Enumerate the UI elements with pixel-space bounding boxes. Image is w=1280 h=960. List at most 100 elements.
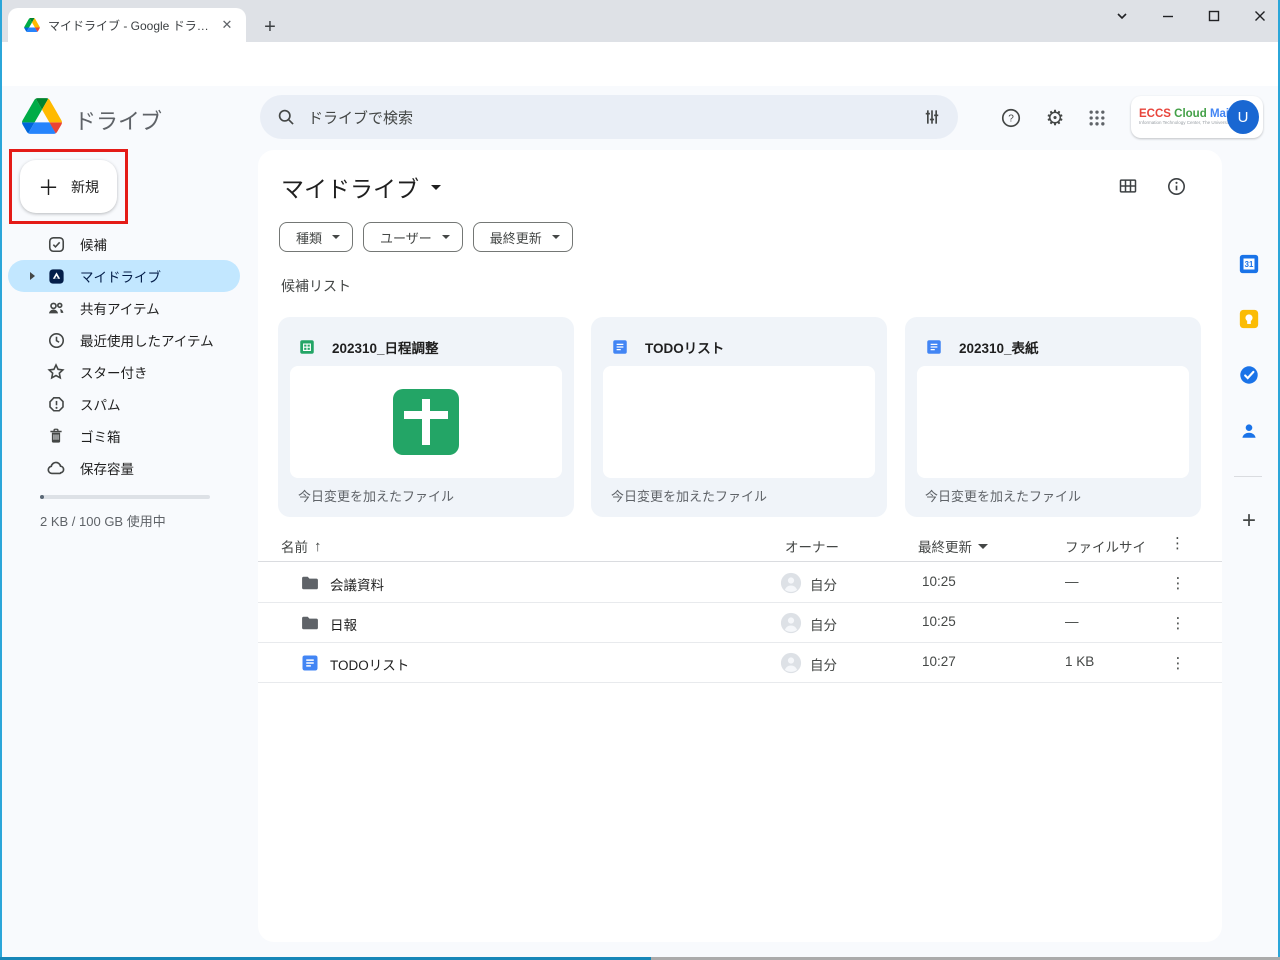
account-logo: ECCS Cloud Mail Information Technology C… — [1139, 108, 1223, 126]
main-content: マイドライブ 種類 ユーザー 最終更新 候補リスト 202310_日程調整 — [258, 150, 1222, 942]
account-pill[interactable]: ECCS Cloud Mail Information Technology C… — [1131, 96, 1263, 138]
owner-avatar — [780, 652, 802, 674]
sort-down-icon — [978, 544, 988, 549]
sort-up-icon: ↑ — [314, 538, 322, 555]
new-tab-button[interactable]: + — [256, 13, 284, 41]
title-dropdown-icon[interactable] — [431, 185, 441, 190]
row-menu-icon[interactable]: ⋮ — [1166, 651, 1190, 675]
owner-avatar — [780, 612, 802, 634]
filter-chips: 種類 ユーザー 最終更新 — [279, 222, 573, 252]
sidebar-item-label: スター付き — [80, 362, 148, 382]
storage-usage-text: 2 KB / 100 GB 使用中 — [40, 511, 166, 530]
drive-logo[interactable] — [22, 98, 62, 134]
contacts-icon[interactable] — [1236, 418, 1262, 444]
info-icon[interactable] — [1161, 171, 1191, 201]
svg-text:31: 31 — [1245, 260, 1254, 269]
tab-close-icon[interactable]: ✕ — [218, 16, 236, 34]
expand-caret-icon[interactable] — [30, 272, 35, 280]
help-icon[interactable]: ? — [996, 103, 1026, 133]
sidebar-nav: 候補 マイドライブ 共有アイテム 最近使用したアイテム スター付き — [8, 228, 240, 484]
suggested-card-doc-todo[interactable]: TODOリスト 今日変更を加えたファイル — [591, 317, 887, 517]
tab-title: マイドライブ - Google ドライブ — [48, 17, 218, 34]
sheets-preview-icon — [393, 389, 459, 455]
spam-icon — [46, 394, 66, 414]
sidebar-item-shared[interactable]: 共有アイテム — [8, 292, 240, 324]
star-icon — [46, 362, 66, 382]
file-row-doc[interactable]: TODOリスト 自分 10:27 1 KB ⋮ — [258, 643, 1222, 683]
card-caption: 今日変更を加えたファイル — [925, 486, 1081, 505]
clock-icon — [46, 330, 66, 350]
card-preview — [917, 366, 1189, 478]
account-avatar[interactable]: U — [1227, 100, 1259, 134]
chevron-down-icon — [442, 235, 450, 239]
sidebar-item-suggested[interactable]: 候補 — [8, 228, 240, 260]
file-modified: 10:25 — [922, 574, 956, 589]
sidebar-item-label: 最近使用したアイテム — [80, 330, 214, 350]
get-addons-button[interactable]: + — [1234, 506, 1264, 536]
cloud-icon — [46, 458, 66, 478]
table-settings-icon[interactable]: ⋮ — [1170, 536, 1185, 551]
storage-used-indicator — [40, 495, 44, 499]
sidebar-item-storage[interactable]: 保存容量 — [8, 452, 240, 484]
card-caption: 今日変更を加えたファイル — [298, 486, 454, 505]
column-header-modified[interactable]: 最終更新 — [918, 536, 988, 556]
drive-favicon-icon — [24, 18, 40, 32]
tab-search-icon[interactable] — [1108, 3, 1136, 29]
sidebar-item-my-drive[interactable]: マイドライブ — [8, 260, 240, 292]
docs-file-icon — [925, 338, 943, 356]
my-drive-icon — [46, 266, 66, 286]
sidebar-item-starred[interactable]: スター付き — [8, 356, 240, 388]
drive-app: ドライブ ドライブで検索 ? ⚙ ECCS Cloud Mail Informa… — [0, 86, 1280, 957]
tasks-icon[interactable] — [1236, 362, 1262, 388]
browser-tab[interactable]: マイドライブ - Google ドライブ ✕ — [8, 8, 246, 42]
row-menu-icon[interactable]: ⋮ — [1166, 611, 1190, 635]
search-placeholder: ドライブで検索 — [308, 107, 922, 128]
filter-chip-type[interactable]: 種類 — [279, 222, 353, 252]
file-row-folder-2[interactable]: 日報 自分 10:25 — ⋮ — [258, 603, 1222, 643]
file-name: TODOリスト — [330, 654, 409, 674]
column-header-size[interactable]: ファイルサイ — [1065, 536, 1146, 556]
sidebar-item-recent[interactable]: 最近使用したアイテム — [8, 324, 240, 356]
search-bar[interactable]: ドライブで検索 — [260, 95, 958, 139]
calendar-icon[interactable]: 31 — [1236, 251, 1262, 277]
apps-grid-icon[interactable] — [1082, 103, 1112, 133]
chevron-down-icon — [332, 235, 340, 239]
file-modified: 10:27 — [922, 654, 956, 669]
file-row-folder-1[interactable]: 会議資料 自分 10:25 — ⋮ — [258, 563, 1222, 603]
column-header-name[interactable]: 名前↑ — [281, 536, 322, 556]
filter-chip-people[interactable]: ユーザー — [363, 222, 463, 252]
suggested-card-sheet[interactable]: 202310_日程調整 今日変更を加えたファイル — [278, 317, 574, 517]
row-menu-icon[interactable]: ⋮ — [1166, 571, 1190, 595]
sidebar-item-trash[interactable]: ゴミ箱 — [8, 420, 240, 452]
app-name: ドライブ — [74, 104, 162, 136]
panel-divider — [1234, 476, 1262, 477]
owner-avatar — [780, 572, 802, 594]
file-modified: 10:25 — [922, 614, 956, 629]
keep-icon[interactable] — [1236, 306, 1262, 332]
card-title: 202310_表紙 — [959, 337, 1039, 357]
card-preview — [290, 366, 562, 478]
sidebar-item-label: ゴミ箱 — [80, 426, 121, 446]
maximize-icon[interactable] — [1200, 3, 1228, 29]
file-size: — — [1065, 574, 1079, 589]
filter-chip-modified[interactable]: 最終更新 — [473, 222, 573, 252]
file-size: 1 KB — [1065, 654, 1094, 669]
close-window-icon[interactable] — [1246, 3, 1274, 29]
workspace-side-panel: 31 + — [1222, 150, 1278, 942]
suggested-card-doc-cover[interactable]: 202310_表紙 今日変更を加えたファイル — [905, 317, 1201, 517]
folder-icon — [300, 613, 320, 633]
column-header-owner[interactable]: オーナー — [785, 536, 839, 556]
file-name: 日報 — [330, 614, 357, 634]
storage-progress-bar — [40, 495, 210, 499]
card-caption: 今日変更を加えたファイル — [611, 486, 767, 505]
minimize-icon[interactable] — [1154, 3, 1182, 29]
settings-gear-icon[interactable]: ⚙ — [1040, 103, 1070, 133]
grid-view-icon[interactable] — [1113, 171, 1143, 201]
svg-text:?: ? — [1008, 114, 1014, 125]
sidebar-item-label: マイドライブ — [80, 266, 161, 286]
sidebar-item-spam[interactable]: スパム — [8, 388, 240, 420]
page-title[interactable]: マイドライブ — [281, 170, 441, 204]
search-options-icon[interactable] — [922, 107, 942, 127]
file-owner: 自分 — [810, 614, 837, 634]
sidebar-item-label: スパム — [80, 394, 121, 414]
